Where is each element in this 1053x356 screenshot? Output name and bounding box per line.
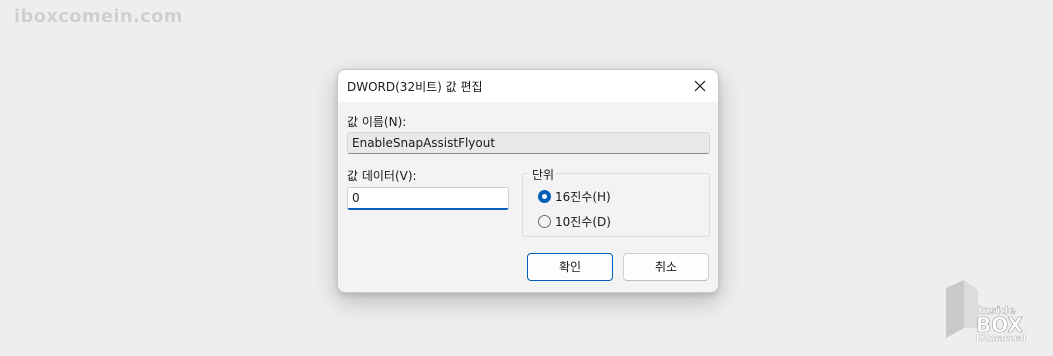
radio-hexadecimal[interactable]: 16진수(H) [538, 188, 611, 205]
close-icon [694, 80, 706, 92]
radio-selected-icon [538, 190, 551, 203]
ok-button[interactable]: 확인 [527, 253, 613, 281]
radio-unselected-icon [538, 215, 551, 228]
value-data-input[interactable] [347, 187, 509, 210]
insidebox-logo-icon: Inside BOX EZmanual [946, 280, 1026, 342]
edit-dword-dialog: DWORD(32비트) 값 편집 값 이름(N): EnableSnapAssi… [337, 69, 719, 293]
cancel-button[interactable]: 취소 [623, 253, 709, 281]
radio-decimal[interactable]: 10진수(D) [538, 213, 611, 230]
value-name-label: 값 이름(N): [347, 115, 407, 129]
value-data-label: 값 데이터(V): [347, 169, 417, 183]
dialog-titlebar: DWORD(32비트) 값 편집 [338, 70, 718, 102]
base-group-label: 단위 [530, 166, 557, 183]
logo-text-ezmanual: EZmanual [976, 334, 1026, 342]
dialog-title: DWORD(32비트) 값 편집 [347, 80, 483, 94]
close-button[interactable] [688, 74, 712, 98]
radio-hexadecimal-label: 16진수(H) [555, 190, 611, 204]
value-name-field: EnableSnapAssistFlyout [347, 132, 710, 154]
watermark-text: iboxcomein.com [14, 6, 183, 27]
radio-decimal-label: 10진수(D) [555, 215, 611, 229]
